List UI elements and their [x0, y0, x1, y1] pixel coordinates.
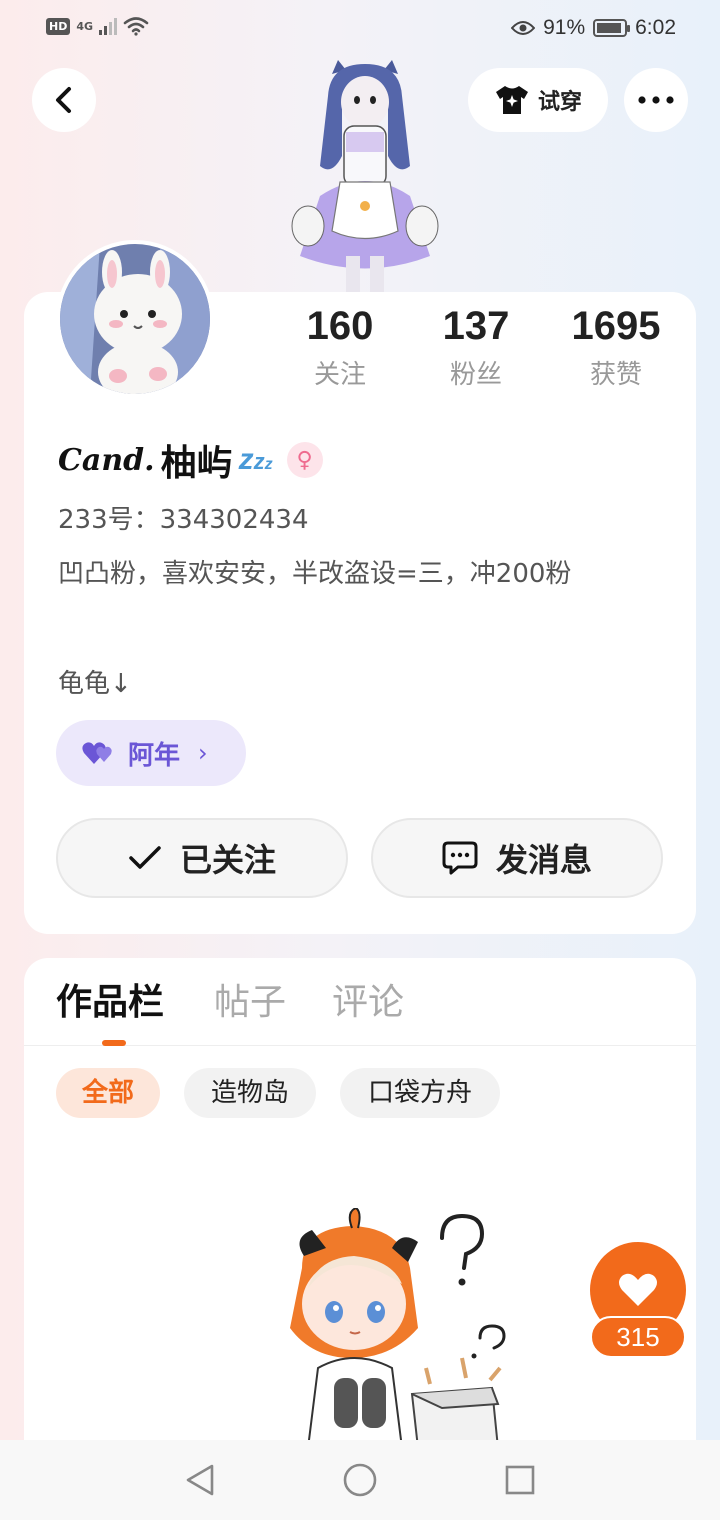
likes-label: 获赞	[589, 360, 642, 390]
nav-home-button[interactable]	[340, 1460, 380, 1500]
sleep-zzz-icon: zzz	[238, 443, 273, 476]
tab-posts[interactable]: 帖子	[214, 978, 286, 1028]
following-count: 160	[306, 304, 374, 348]
chevron-right-icon: ›	[198, 739, 208, 767]
nickname: 柚屿	[160, 443, 233, 484]
send-message-label: 发消息	[495, 841, 592, 879]
nickname-row: Cand. 柚屿 zzz ♀	[58, 436, 323, 484]
followed-button[interactable]: 已关注	[56, 818, 348, 898]
battery-percent: 91%	[543, 16, 586, 39]
nav-recents-button[interactable]	[500, 1460, 540, 1500]
stat-fans[interactable]: 137 粉丝	[406, 300, 546, 398]
nav-back-button[interactable]	[180, 1460, 220, 1500]
checkmark-icon	[129, 846, 161, 869]
club-tag[interactable]: 阿年 ›	[56, 720, 246, 786]
profile-stats: 160 关注 137 粉丝 1695 获赞	[0, 300, 720, 400]
filter-pocket-ark[interactable]: 口袋方舟	[340, 1068, 500, 1118]
try-on-label: 试穿	[537, 90, 582, 115]
battery-icon	[593, 19, 631, 37]
network-type: 4G	[76, 19, 94, 33]
heart-icon	[619, 1273, 657, 1306]
tab-comments[interactable]: 评论	[332, 978, 404, 1028]
try-on-button[interactable]: 试穿	[468, 68, 608, 132]
like-count: 315	[590, 1316, 686, 1358]
fans-count: 137	[442, 304, 510, 348]
chat-bubble-icon	[442, 841, 478, 875]
chevron-left-icon	[56, 87, 71, 113]
likes-count: 1695	[571, 304, 661, 348]
nav-recents-icon	[505, 1465, 535, 1495]
send-message-button[interactable]: 发消息	[371, 818, 663, 898]
nav-back-icon	[186, 1464, 214, 1496]
hd-badge: HD	[46, 17, 71, 35]
followed-label: 已关注	[179, 841, 276, 879]
works-tabs: 作品栏 帖子 评论	[24, 958, 696, 1046]
bio-line-1: 凹凸粉，喜欢安安，半改盗设=三，冲200粉	[58, 559, 572, 589]
avatar-figure-image[interactable]	[280, 56, 450, 296]
bio-line-2: 龟龟↓	[58, 669, 132, 699]
double-heart-icon	[82, 742, 112, 764]
wifi-icon	[123, 17, 149, 36]
empty-state-illustration	[290, 1208, 506, 1448]
filter-creation-island[interactable]: 造物岛	[184, 1068, 316, 1118]
club-tag-label: 阿年	[128, 740, 181, 771]
nav-home-icon	[343, 1463, 377, 1497]
filter-all[interactable]: 全部	[56, 1068, 160, 1118]
following-label: 关注	[313, 360, 366, 390]
system-nav-bar	[0, 1440, 720, 1520]
more-dots-icon	[638, 96, 674, 104]
status-bar: HD 4G 91% 6:02	[0, 0, 720, 56]
works-card: 作品栏 帖子 评论 全部 造物岛 口袋方舟	[24, 958, 696, 1478]
eye-comfort-icon	[511, 21, 536, 35]
signal-icon	[99, 17, 118, 35]
stat-following[interactable]: 160 关注	[270, 300, 410, 398]
more-button[interactable]	[624, 68, 688, 132]
stat-likes[interactable]: 1695 获赞	[546, 300, 686, 398]
fans-label: 粉丝	[449, 360, 502, 390]
user-id: 233号：334302434	[58, 505, 309, 535]
tshirt-icon	[495, 86, 528, 114]
female-icon: ♀	[286, 442, 323, 478]
tab-works[interactable]: 作品栏	[56, 978, 164, 1028]
tab-active-indicator	[102, 1040, 126, 1046]
back-button[interactable]	[32, 68, 96, 132]
clock: 6:02	[635, 16, 676, 39]
like-fab[interactable]: 315	[590, 1242, 686, 1362]
nickname-prefix: Cand.	[58, 442, 155, 478]
